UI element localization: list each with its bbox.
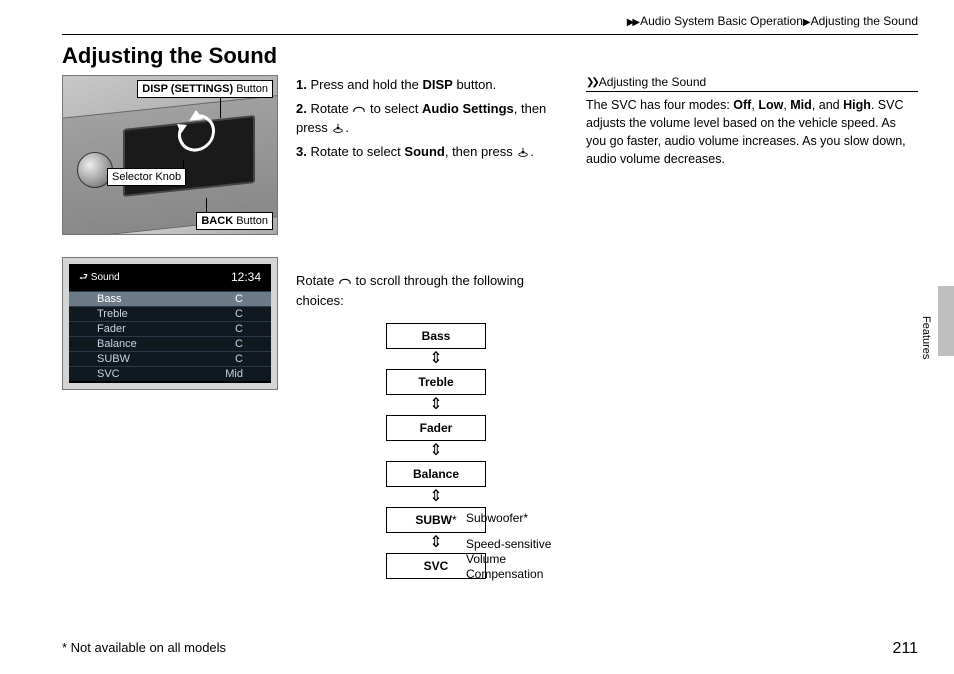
section-tab-label: Features	[920, 316, 932, 359]
breadcrumb-seg2: Adjusting the Sound	[811, 14, 918, 28]
ss-row: SUBWC	[69, 351, 271, 366]
ss-title: Sound	[91, 272, 120, 283]
ss-row: BalanceC	[69, 336, 271, 351]
page-number: 211	[892, 640, 918, 658]
ss-row: SVCMid	[69, 366, 271, 381]
info-arrow-icon: ❯❯	[586, 77, 597, 88]
breadcrumb-seg1: Audio System Basic Operation	[640, 14, 803, 28]
rotate-icon	[352, 103, 366, 115]
ss-row: TrebleC	[69, 306, 271, 321]
ss-back-icon: ⮐ Sound	[79, 270, 120, 287]
breadcrumb: ▶▶Audio System Basic Operation▶Adjusting…	[62, 14, 918, 34]
updown-arrow-icon: ⇕	[346, 395, 526, 415]
flow-treble: Treble	[386, 369, 486, 395]
callout-disp-bold: DISP (SETTINGS)	[142, 83, 233, 95]
flow-balance: Balance	[386, 461, 486, 487]
rotate-arrow-icon	[173, 108, 219, 159]
scroll-intro: Rotate to scroll through the following c…	[296, 271, 568, 310]
press-icon	[331, 122, 345, 134]
footnote: * Not available on all models	[62, 640, 226, 658]
callout-disp-suffix: Button	[233, 83, 268, 95]
dashboard-illustration: DISP (SETTINGS) Button Selector Knob BAC…	[62, 75, 278, 235]
callout-selector-text: Selector Knob	[112, 171, 181, 183]
page-title: Adjusting the Sound	[62, 43, 918, 69]
callout-disp: DISP (SETTINGS) Button	[137, 80, 273, 98]
info-heading-text: Adjusting the Sound	[599, 75, 706, 89]
callout-selector: Selector Knob	[107, 168, 186, 186]
breadcrumb-arrow-icon: ▶	[803, 17, 809, 28]
ss-row: FaderC	[69, 321, 271, 336]
flow-bass: Bass	[386, 323, 486, 349]
press-icon	[516, 146, 530, 158]
flow-fader: Fader	[386, 415, 486, 441]
flow-subw-label: Subwoofer*	[466, 511, 528, 526]
flow-svc-label: Speed-sensitive Volume Compensation	[466, 537, 551, 582]
sound-menu-screenshot: ⮐ Sound 12:34 BassC TrebleC FaderC Balan…	[62, 257, 278, 390]
breadcrumb-arrow-icon: ▶▶	[627, 17, 638, 28]
info-heading: ❯❯ Adjusting the Sound	[586, 75, 918, 92]
rotate-icon	[338, 275, 352, 287]
callout-back-bold: BACK	[201, 215, 233, 227]
updown-arrow-icon: ⇕	[346, 349, 526, 369]
divider	[62, 34, 918, 35]
instruction-steps: 1. Press and hold the DISP button. 2. Ro…	[296, 75, 568, 161]
callout-back: BACK Button	[196, 212, 273, 230]
ss-row: BassC	[69, 291, 271, 306]
info-body: The SVC has four modes: Off, Low, Mid, a…	[586, 92, 918, 169]
updown-arrow-icon: ⇕	[346, 487, 526, 507]
updown-arrow-icon: ⇕	[346, 441, 526, 461]
ss-time: 12:34	[231, 270, 261, 287]
callout-back-suffix: Button	[233, 215, 268, 227]
section-tab	[938, 286, 954, 356]
